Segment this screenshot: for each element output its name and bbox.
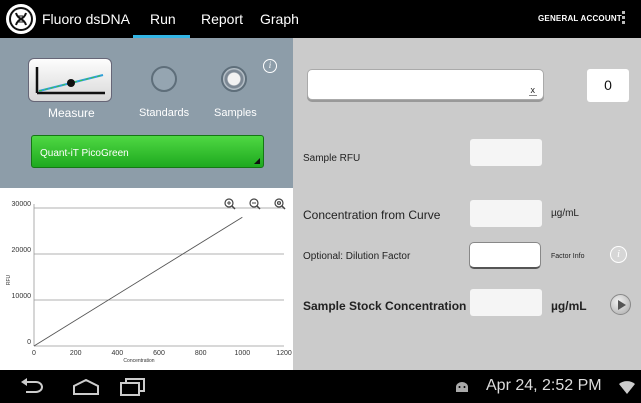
app-title: Fluoro dsDNA (42, 11, 130, 27)
measure-label: Measure (48, 106, 95, 120)
sample-count: 0 (587, 69, 629, 102)
app-logo-icon (6, 4, 36, 34)
x-tick-label: 600 (153, 350, 165, 357)
android-icon (456, 382, 468, 392)
back-icon[interactable] (20, 378, 44, 396)
standards-radio[interactable] (151, 66, 177, 92)
clear-button[interactable]: x (528, 85, 537, 96)
factor-info-icon[interactable]: i (610, 246, 627, 263)
status-clock: Apr 24, 2:52 PM (486, 377, 602, 394)
dropdown-corner-icon (254, 158, 260, 164)
tab-graph[interactable]: Graph (260, 11, 299, 27)
x-tick-label: 0 (32, 350, 36, 357)
y-tick-label: 20000 (12, 247, 32, 254)
rfu-label: Sample RFU (303, 153, 361, 164)
factor-info-label: Factor Info (551, 253, 585, 260)
action-bar: Fluoro dsDNA Run Report Graph GENERAL AC… (0, 0, 641, 38)
samples-radio[interactable] (221, 66, 247, 92)
sample-panel: x 0 Sample RFU Concentration from Curve … (293, 38, 641, 370)
standard-curve-chart: 0 10000 20000 30000 0 200 400 600 800 1000 1200 Con… (0, 188, 293, 370)
assay-name: Quant-iT PicoGreen (40, 148, 129, 159)
samples-label: Samples (214, 107, 257, 119)
tab-run[interactable]: Run (150, 11, 176, 27)
tab-report[interactable]: Report (201, 11, 243, 27)
sample-name-input[interactable]: x (307, 69, 544, 100)
y-axis-label: RFU (6, 274, 12, 285)
y-tick-label: 0 (27, 339, 31, 346)
chart-svg: 0 10000 20000 30000 0 200 400 600 800 1000 1200 Con… (6, 198, 292, 364)
home-icon[interactable] (72, 379, 100, 395)
mode-panel: Measure Standards Samples i Quant-iT Pic… (0, 38, 293, 188)
dilution-label: Optional: Dilution Factor (303, 251, 411, 262)
x-tick-label: 1000 (235, 350, 251, 357)
play-icon[interactable] (610, 294, 631, 315)
zoom-out-icon[interactable] (249, 198, 261, 210)
x-tick-label: 1200 (276, 350, 292, 357)
recent-apps-icon[interactable] (120, 378, 146, 396)
concentration-field[interactable] (470, 200, 542, 227)
concentration-unit: µg/mL (551, 208, 579, 219)
measure-curve-icon (35, 67, 105, 95)
zoom-reset-icon[interactable] (274, 198, 286, 210)
x-tick-label: 400 (111, 350, 123, 357)
rfu-field[interactable] (470, 139, 542, 166)
x-axis-label: Concentration (123, 358, 154, 364)
y-tick-label: 10000 (12, 293, 32, 300)
dilution-field[interactable] (469, 242, 541, 269)
stock-concentration-label: Sample Stock Concentration (303, 299, 467, 313)
zoom-in-icon[interactable] (224, 198, 236, 210)
account-menu[interactable]: GENERAL ACCOUNT (538, 14, 622, 23)
x-tick-label: 200 (70, 350, 82, 357)
measure-button[interactable] (28, 58, 112, 102)
stock-concentration-unit: µg/mL (551, 299, 587, 313)
y-tick-label: 30000 (12, 201, 32, 208)
overflow-menu-icon[interactable] (622, 11, 626, 27)
wifi-icon (619, 381, 635, 394)
assay-selector[interactable]: Quant-iT PicoGreen (31, 135, 264, 168)
standards-label: Standards (139, 107, 190, 119)
stock-concentration-field[interactable] (470, 289, 542, 316)
concentration-label: Concentration from Curve (303, 208, 441, 222)
standard-curve-line (33, 216, 243, 347)
x-tick-label: 800 (195, 350, 207, 357)
info-icon[interactable]: i (263, 59, 277, 73)
